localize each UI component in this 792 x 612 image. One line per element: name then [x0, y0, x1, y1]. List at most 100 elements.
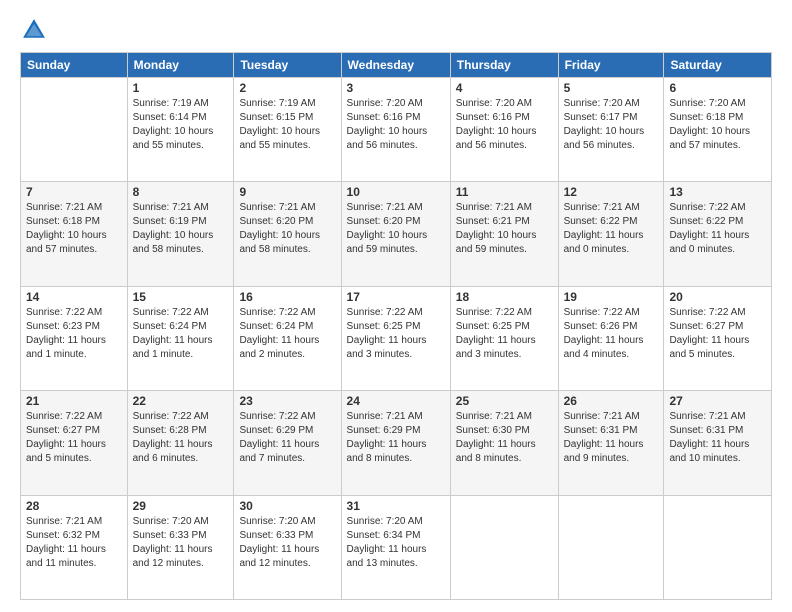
calendar-cell: 26 Sunrise: 7:21 AMSunset: 6:31 PMDayligh…	[558, 391, 664, 495]
calendar-cell: 22 Sunrise: 7:22 AMSunset: 6:28 PMDayligh…	[127, 391, 234, 495]
calendar-page: SundayMondayTuesdayWednesdayThursdayFrid…	[0, 0, 792, 612]
calendar-cell: 12 Sunrise: 7:21 AMSunset: 6:22 PMDayligh…	[558, 182, 664, 286]
day-number: 18	[456, 290, 553, 304]
day-number: 2	[239, 81, 335, 95]
calendar-cell: 27 Sunrise: 7:21 AMSunset: 6:31 PMDayligh…	[664, 391, 772, 495]
calendar-cell: 11 Sunrise: 7:21 AMSunset: 6:21 PMDayligh…	[450, 182, 558, 286]
day-number: 30	[239, 499, 335, 513]
week-row-3: 21 Sunrise: 7:22 AMSunset: 6:27 PMDayligh…	[21, 391, 772, 495]
day-number: 5	[564, 81, 659, 95]
day-info: Sunrise: 7:20 AMSunset: 6:16 PMDaylight:…	[456, 97, 553, 153]
calendar-cell: 7Sunrise: 7:21 AMSunset: 6:18 PMDaylight…	[21, 182, 128, 286]
day-info: Sunrise: 7:21 AMSunset: 6:31 PMDaylight:…	[564, 410, 659, 466]
day-number: 31	[347, 499, 445, 513]
calendar-cell	[21, 78, 128, 182]
day-info: Sunrise: 7:21 AMSunset: 6:29 PMDaylight:…	[347, 410, 445, 466]
day-number: 17	[347, 290, 445, 304]
calendar-cell: 6 Sunrise: 7:20 AMSunset: 6:18 PMDaylight…	[664, 78, 772, 182]
day-info: Sunrise: 7:22 AMSunset: 6:23 PMDaylight:…	[26, 306, 122, 362]
day-number: 27	[669, 394, 766, 408]
day-number: 21	[26, 394, 122, 408]
calendar-cell	[664, 495, 772, 599]
calendar-cell: 23 Sunrise: 7:22 AMSunset: 6:29 PMDayligh…	[234, 391, 341, 495]
day-number: 9	[239, 185, 335, 199]
calendar-cell: 4 Sunrise: 7:20 AMSunset: 6:16 PMDaylight…	[450, 78, 558, 182]
week-row-0: 1 Sunrise: 7:19 AMSunset: 6:14 PMDaylight…	[21, 78, 772, 182]
day-info: Sunrise: 7:20 AMSunset: 6:17 PMDaylight:…	[564, 97, 659, 153]
day-number: 20	[669, 290, 766, 304]
day-number: 23	[239, 394, 335, 408]
day-info: Sunrise: 7:22 AMSunset: 6:24 PMDaylight:…	[239, 306, 335, 362]
day-number: 10	[347, 185, 445, 199]
day-number: 1	[133, 81, 229, 95]
calendar-cell: 13 Sunrise: 7:22 AMSunset: 6:22 PMDayligh…	[664, 182, 772, 286]
day-number: 4	[456, 81, 553, 95]
day-info: Sunrise: 7:22 AMSunset: 6:24 PMDaylight:…	[133, 306, 229, 362]
day-number: 6	[669, 81, 766, 95]
calendar-cell: 30 Sunrise: 7:20 AMSunset: 6:33 PMDayligh…	[234, 495, 341, 599]
day-number: 12	[564, 185, 659, 199]
calendar-cell: 17Sunrise: 7:22 AMSunset: 6:25 PMDayligh…	[341, 286, 450, 390]
day-info: Sunrise: 7:22 AMSunset: 6:27 PMDaylight:…	[26, 410, 122, 466]
calendar-cell: 16 Sunrise: 7:22 AMSunset: 6:24 PMDayligh…	[234, 286, 341, 390]
day-number: 25	[456, 394, 553, 408]
day-number: 26	[564, 394, 659, 408]
day-header-wednesday: Wednesday	[341, 53, 450, 78]
day-number: 13	[669, 185, 766, 199]
day-info: Sunrise: 7:20 AMSunset: 6:33 PMDaylight:…	[133, 515, 229, 571]
calendar-cell: 8Sunrise: 7:21 AMSunset: 6:19 PMDaylight…	[127, 182, 234, 286]
day-number: 28	[26, 499, 122, 513]
day-header-friday: Friday	[558, 53, 664, 78]
calendar-cell: 1 Sunrise: 7:19 AMSunset: 6:14 PMDaylight…	[127, 78, 234, 182]
logo-icon	[20, 16, 48, 44]
day-info: Sunrise: 7:20 AMSunset: 6:18 PMDaylight:…	[669, 97, 766, 153]
calendar-cell: 15Sunrise: 7:22 AMSunset: 6:24 PMDayligh…	[127, 286, 234, 390]
calendar-table: SundayMondayTuesdayWednesdayThursdayFrid…	[20, 52, 772, 600]
calendar-cell	[450, 495, 558, 599]
day-info: Sunrise: 7:21 AMSunset: 6:20 PMDaylight:…	[347, 201, 445, 257]
calendar-cell: 24 Sunrise: 7:21 AMSunset: 6:29 PMDayligh…	[341, 391, 450, 495]
calendar-cell: 3 Sunrise: 7:20 AMSunset: 6:16 PMDaylight…	[341, 78, 450, 182]
header	[20, 16, 772, 44]
calendar-cell: 31 Sunrise: 7:20 AMSunset: 6:34 PMDayligh…	[341, 495, 450, 599]
day-info: Sunrise: 7:20 AMSunset: 6:16 PMDaylight:…	[347, 97, 445, 153]
calendar-cell: 2Sunrise: 7:19 AMSunset: 6:15 PMDaylight…	[234, 78, 341, 182]
day-number: 22	[133, 394, 229, 408]
day-number: 3	[347, 81, 445, 95]
day-info: Sunrise: 7:22 AMSunset: 6:25 PMDaylight:…	[456, 306, 553, 362]
week-row-1: 7Sunrise: 7:21 AMSunset: 6:18 PMDaylight…	[21, 182, 772, 286]
calendar-cell: 14 Sunrise: 7:22 AMSunset: 6:23 PMDayligh…	[21, 286, 128, 390]
day-number: 11	[456, 185, 553, 199]
day-info: Sunrise: 7:22 AMSunset: 6:27 PMDaylight:…	[669, 306, 766, 362]
day-info: Sunrise: 7:19 AMSunset: 6:14 PMDaylight:…	[133, 97, 229, 153]
day-info: Sunrise: 7:21 AMSunset: 6:21 PMDaylight:…	[456, 201, 553, 257]
calendar-cell: 19 Sunrise: 7:22 AMSunset: 6:26 PMDayligh…	[558, 286, 664, 390]
calendar-cell: 10 Sunrise: 7:21 AMSunset: 6:20 PMDayligh…	[341, 182, 450, 286]
day-info: Sunrise: 7:22 AMSunset: 6:28 PMDaylight:…	[133, 410, 229, 466]
day-header-tuesday: Tuesday	[234, 53, 341, 78]
calendar-cell: 9Sunrise: 7:21 AMSunset: 6:20 PMDaylight…	[234, 182, 341, 286]
day-info: Sunrise: 7:22 AMSunset: 6:22 PMDaylight:…	[669, 201, 766, 257]
day-number: 24	[347, 394, 445, 408]
day-info: Sunrise: 7:21 AMSunset: 6:32 PMDaylight:…	[26, 515, 122, 571]
day-info: Sunrise: 7:21 AMSunset: 6:31 PMDaylight:…	[669, 410, 766, 466]
day-number: 14	[26, 290, 122, 304]
day-header-thursday: Thursday	[450, 53, 558, 78]
day-number: 16	[239, 290, 335, 304]
calendar-cell: 29 Sunrise: 7:20 AMSunset: 6:33 PMDayligh…	[127, 495, 234, 599]
week-row-4: 28 Sunrise: 7:21 AMSunset: 6:32 PMDayligh…	[21, 495, 772, 599]
calendar-cell: 28 Sunrise: 7:21 AMSunset: 6:32 PMDayligh…	[21, 495, 128, 599]
day-number: 19	[564, 290, 659, 304]
day-info: Sunrise: 7:20 AMSunset: 6:33 PMDaylight:…	[239, 515, 335, 571]
day-info: Sunrise: 7:20 AMSunset: 6:34 PMDaylight:…	[347, 515, 445, 571]
calendar-cell: 5 Sunrise: 7:20 AMSunset: 6:17 PMDaylight…	[558, 78, 664, 182]
day-number: 29	[133, 499, 229, 513]
calendar-cell: 18 Sunrise: 7:22 AMSunset: 6:25 PMDayligh…	[450, 286, 558, 390]
day-info: Sunrise: 7:22 AMSunset: 6:26 PMDaylight:…	[564, 306, 659, 362]
calendar-cell: 25Sunrise: 7:21 AMSunset: 6:30 PMDayligh…	[450, 391, 558, 495]
day-number: 8	[133, 185, 229, 199]
logo	[20, 16, 52, 44]
day-header-sunday: Sunday	[21, 53, 128, 78]
day-info: Sunrise: 7:22 AMSunset: 6:29 PMDaylight:…	[239, 410, 335, 466]
day-info: Sunrise: 7:21 AMSunset: 6:22 PMDaylight:…	[564, 201, 659, 257]
